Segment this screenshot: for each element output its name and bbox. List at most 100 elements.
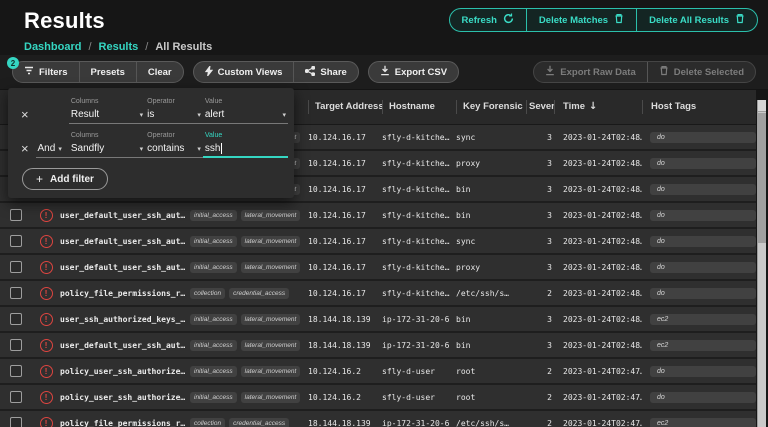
table-row[interactable]: ! policy_file_permissions_r… collection cre…: [0, 281, 756, 307]
target-address: 10.124.16.17: [308, 184, 366, 194]
filters-button[interactable]: Filters: [13, 62, 79, 82]
header-key-forensic[interactable]: Key Forensic: [456, 100, 526, 114]
delete-all-results-button[interactable]: Delete All Results: [636, 9, 757, 31]
severity: 2: [547, 392, 552, 402]
chevron-down-icon: ▾: [139, 144, 144, 153]
time: 2023-01-24T02:48…: [563, 236, 642, 246]
key-forensic: proxy: [456, 158, 481, 168]
host-tag-pill: ec2: [650, 417, 756, 427]
row-checkbox[interactable]: [10, 391, 22, 403]
severity: 3: [547, 132, 552, 142]
join-operator-select[interactable]: And ▾: [35, 141, 69, 158]
breadcrumb-results[interactable]: Results: [99, 41, 139, 53]
table-row[interactable]: ! user_default_user_ssh_aut… initial_acces…: [0, 229, 756, 255]
remove-filter-icon[interactable]: ×: [14, 141, 36, 158]
filter-column-select[interactable]: Columns Result ▾: [68, 98, 146, 124]
table-row[interactable]: !user_ssh_authorized_keys_…initial_acces…: [0, 307, 756, 333]
breadcrumb-dashboard[interactable]: Dashboard: [24, 41, 81, 53]
key-forensic: sync: [456, 236, 476, 246]
hostname: sfly-d-kitche…: [382, 184, 450, 194]
export-csv-button[interactable]: Export CSV: [369, 62, 458, 82]
custom-views-button[interactable]: Custom Views: [194, 62, 294, 82]
row-checkbox[interactable]: [10, 209, 22, 221]
hostname: sfly-d-kitche…: [382, 210, 450, 220]
add-filter-button[interactable]: + Add filter: [22, 168, 108, 190]
delete-matches-button[interactable]: Delete Matches: [525, 9, 636, 31]
hostname: sfly-d-user: [382, 366, 435, 376]
row-select: [0, 365, 32, 377]
refresh-button[interactable]: Refresh: [450, 9, 526, 31]
filter-value-input[interactable]: Value ssh: [202, 132, 288, 158]
mitre-tag-pill: lateral_movement: [240, 261, 301, 273]
key-forensic: /etc/ssh/s…: [456, 288, 509, 298]
scrollbar-up-button[interactable]: [758, 100, 766, 112]
mitre-tags: collection credential_access: [186, 417, 308, 427]
breadcrumb-separator: /: [145, 41, 149, 53]
header-target-address[interactable]: Target Address: [308, 100, 382, 114]
share-button[interactable]: Share: [293, 62, 357, 82]
scrollbar-thumb[interactable]: [758, 113, 766, 243]
header-hostname[interactable]: Hostname: [382, 100, 456, 114]
row-checkbox[interactable]: [10, 365, 22, 377]
row-checkbox[interactable]: [10, 261, 22, 273]
key-forensic: /etc/ssh/s…: [456, 418, 509, 427]
row-checkbox[interactable]: [10, 417, 22, 427]
host-tags: ec2: [642, 417, 756, 427]
header-severity[interactable]: Severity: [526, 100, 554, 114]
refresh-icon: [503, 13, 514, 27]
time: 2023-01-24T02:48…: [563, 158, 642, 168]
row-checkbox[interactable]: [10, 235, 22, 247]
mitre-tag-pill: lateral_movement: [240, 391, 301, 403]
alert-status: !: [32, 286, 60, 300]
mitre-tag-pill: lateral_movement: [240, 313, 301, 325]
table-row[interactable]: ! user_default_user_ssh_aut… initial_acces…: [0, 255, 756, 281]
header-time[interactable]: Time ↓: [554, 100, 642, 114]
alert-icon: !: [39, 234, 53, 248]
filter-row: × Columns Result ▾ Operator is ▾ Value ale…: [14, 92, 288, 126]
filter-operator-select[interactable]: Operator is ▾: [145, 98, 203, 124]
row-checkbox[interactable]: [10, 287, 22, 299]
alert-status: !: [32, 234, 60, 248]
time: 2023-01-24T02:48…: [563, 340, 642, 350]
target-address: 10.124.16.17: [308, 288, 366, 298]
remove-filter-icon[interactable]: ×: [14, 107, 36, 124]
mitre-tag-pill: credential_access: [229, 417, 290, 427]
target-address: 10.124.16.2: [308, 366, 361, 376]
target-address: 10.124.16.17: [308, 158, 366, 168]
table-row[interactable]: ! policy_user_ssh_authorize… initial_acces…: [0, 385, 756, 411]
header-host-tags[interactable]: Host Tags: [642, 100, 756, 114]
table-row[interactable]: ! user_default_user_ssh_aut… initial_acces…: [0, 203, 756, 229]
severity: 3: [547, 236, 552, 246]
filter-operator-select[interactable]: Operator contains ▾: [145, 132, 203, 158]
alert-status: !: [32, 208, 60, 222]
table-row[interactable]: ! policy_user_ssh_authorize… initial_acces…: [0, 359, 756, 385]
trash-icon: [735, 13, 745, 27]
severity: 2: [547, 418, 552, 427]
host-tags: do: [642, 131, 756, 143]
time: 2023-01-24T02:47…: [563, 418, 642, 427]
host-tags: ec2: [642, 339, 756, 351]
download-icon: [380, 65, 390, 79]
export-raw-data-button[interactable]: Export Raw Data: [534, 62, 647, 82]
vertical-scrollbar[interactable]: [757, 100, 766, 427]
time: 2023-01-24T02:47…: [563, 392, 642, 402]
presets-button[interactable]: Presets: [78, 62, 136, 82]
alert-status: !: [32, 260, 60, 274]
filter-column-select[interactable]: Columns Sandfly ▾: [68, 132, 146, 158]
mitre-tag-pill: initial_access: [190, 235, 237, 247]
delete-selected-button[interactable]: Delete Selected: [646, 62, 755, 82]
mitre-tags: initial_accesslateral_movement: [186, 235, 308, 247]
host-tag-pill: do: [650, 157, 756, 169]
header-action-group: Refresh Delete Matches Delete All Result…: [448, 8, 758, 32]
row-checkbox[interactable]: [10, 339, 22, 351]
filter-value-select[interactable]: Value alert ▾: [202, 98, 288, 124]
table-row[interactable]: ! policy_file_permissions_r… collection cre…: [0, 411, 756, 427]
row-checkbox[interactable]: [10, 313, 22, 325]
table-row[interactable]: ! user_default_user_ssh_aut… initial_acces…: [0, 333, 756, 359]
clear-button[interactable]: Clear: [135, 62, 183, 82]
host-tag-pill: do: [650, 131, 756, 143]
host-tags: do: [642, 183, 756, 195]
time: 2023-01-24T02:47…: [563, 366, 642, 376]
chevron-down-icon: ▾: [282, 110, 286, 119]
hostname: sfly-d-kitche…: [382, 262, 450, 272]
